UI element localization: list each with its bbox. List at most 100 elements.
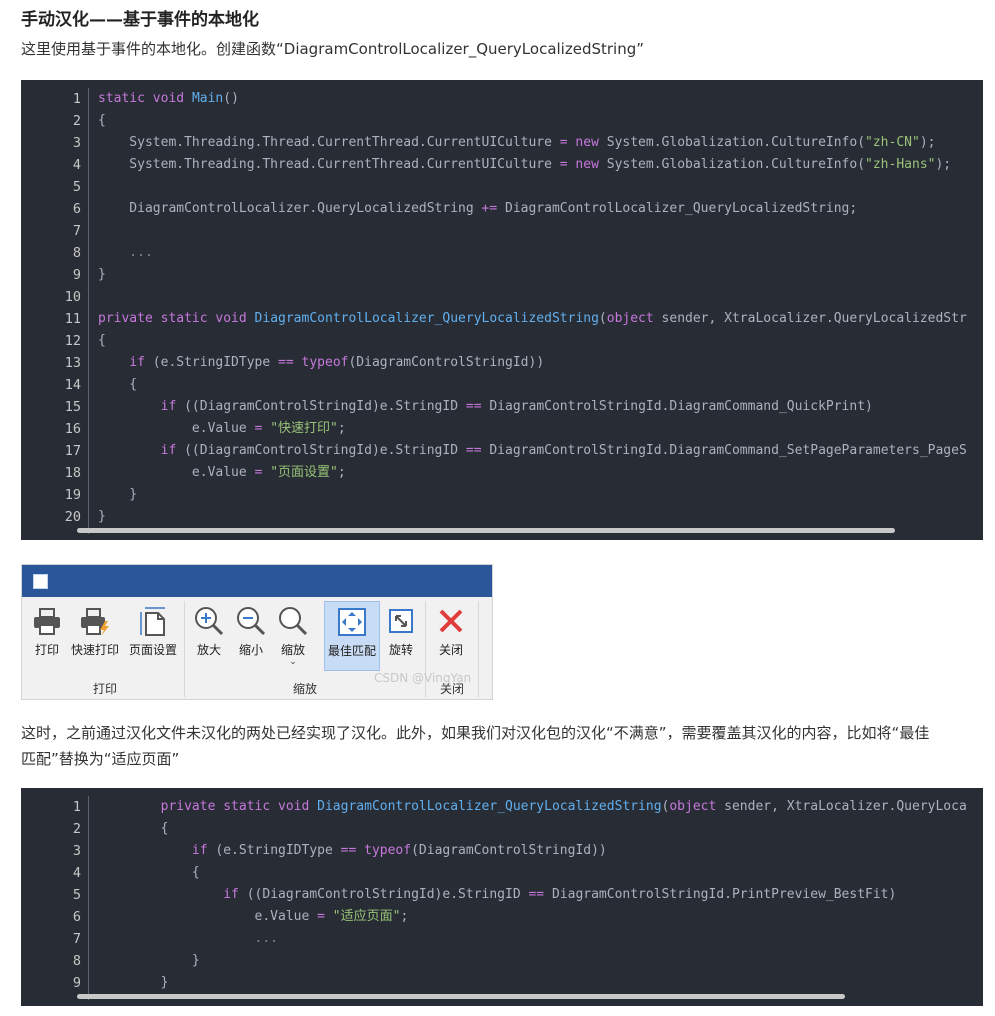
code-line: System.Threading.Thread.CurrentThread.Cu… [98,154,967,176]
code-line: DiagramControlLocalizer.QueryLocalizedSt… [98,198,967,220]
code-token: (DiagramControlStringId)) [348,355,545,370]
code-token: = [317,909,325,924]
code-token: if [98,843,208,858]
line-number: 7 [72,223,81,239]
close-button[interactable]: 关闭 [434,601,468,669]
line-number: 13 [64,355,81,371]
page-setup-label: 页面设置 [128,643,177,657]
code-lines: private static void DiagramControlLocali… [98,796,967,994]
code-token: ... [98,931,279,946]
rotate-button[interactable]: 旋转 [384,601,418,669]
code-token: ((DiagramControlStringId)e.StringID [238,887,529,902]
code-token: if [98,399,177,414]
code-token: ((DiagramControlStringId)e.StringID [176,399,466,414]
zoom-dropdown-button[interactable]: 缩放 ⌄ [276,601,310,669]
code-token: "zh-Hans" [865,157,936,172]
code-line: if ((DiagramControlStringId)e.StringID =… [98,440,967,462]
zoom-out-button[interactable]: 缩小 [234,601,268,669]
line-number: 2 [72,113,81,129]
code-token: sender, XtraLocalizer.QueryLocalizedStri… [661,311,967,326]
printer-icon [31,605,63,637]
line-number: 6 [72,909,81,925]
page-setup-button[interactable]: 页面设置 [126,601,180,669]
code-token: ; [400,909,409,924]
code-token: DiagramControlLocalizer.QueryLocalizedSt… [98,201,482,216]
code-block-1: 1 2 3 4 5 6 7 8 9 10 11 12 13 14 15 16 17 18 19 20 static v… [21,80,983,540]
code-token: System.Globalization.CultureInfo( [598,135,866,150]
line-number: 3 [72,135,81,151]
quick-print-button[interactable]: 快速打印 [68,601,122,669]
watermark: CSDN @VingYan [374,671,472,685]
code-token: == [278,355,294,370]
code-line: e.Value = "快速打印"; [98,418,967,440]
code-token: Main [191,91,224,106]
code-line: if ((DiagramControlStringId)e.StringID =… [98,884,967,906]
code-token: typeof [356,843,412,858]
quick-print-label: 快速打印 [70,643,119,657]
code-line: } [98,506,967,528]
code-line: { [98,374,967,396]
line-number: 9 [72,267,81,283]
horizontal-scrollbar[interactable] [77,528,895,533]
print-label: 打印 [34,643,59,657]
print-button[interactable]: 打印 [30,601,64,669]
code-token: "页面设置" [262,465,338,480]
code-token: (e.StringIDType [207,843,341,858]
code-token: ); [919,135,936,150]
line-number-gutter: 1 2 3 4 5 6 7 8 9 [21,796,88,994]
zoom-in-button[interactable]: 放大 [192,601,226,669]
quick-print-icon [79,605,111,637]
close-label: 关闭 [438,643,463,657]
best-fit-button[interactable]: 最佳匹配 [324,601,380,671]
code-token: private static void [98,799,318,814]
code-lines: static void Main() { System.Threading.Thr… [98,88,967,528]
code-line: if (e.StringIDType == typeof(DiagramCont… [98,352,967,374]
best-fit-icon [336,606,368,638]
paragraph-2-line-2: 匹配”替换为“适应页面” [21,750,180,768]
code-token: new [567,157,599,172]
code-token: sender, XtraLocalizer.QueryLocalizedStri… [724,799,967,814]
code-line: } [98,950,967,972]
code-token: "适应页面" [324,909,401,924]
code-token: (DiagramControlStringId)) [411,843,607,858]
line-number: 16 [64,421,81,437]
zoom-in-label: 放大 [196,643,221,657]
code-line: if (e.StringIDType == typeof(DiagramCont… [98,840,967,862]
code-line: { [98,110,967,132]
code-line: if ((DiagramControlStringId)e.StringID =… [98,396,967,418]
code-token: ( [598,311,607,326]
code-token: static [98,91,145,106]
code-token: { [98,377,138,392]
code-token: "快速打印" [262,421,338,436]
code-token: if [98,887,239,902]
zoom-in-icon [193,605,225,637]
code-token: ; [337,465,346,480]
code-line: ... [98,928,967,950]
code-line: } [98,264,967,286]
code-token: System.Globalization.CultureInfo( [598,157,866,172]
code-token: { [98,333,106,348]
line-number: 7 [72,931,81,947]
app-icon [33,574,48,589]
code-line: private static void DiagramControlLocali… [98,796,967,818]
line-number: 17 [64,443,81,459]
code-token: DiagramControlLocalizer_QueryLocalizedSt… [254,311,599,326]
code-token: = [559,135,568,150]
code-line: { [98,330,967,352]
code-line: ... [98,242,967,264]
line-number: 19 [64,487,81,503]
line-number: 2 [72,821,81,837]
paragraph-2-line-1: 这时，之前通过汉化文件未汉化的两处已经实现了汉化。此外，如果我们对汉化包的汉化“… [21,724,930,742]
line-number: 18 [64,465,81,481]
intro-paragraph: 这里使用基于事件的本地化。创建函数“DiagramControlLocalize… [21,40,644,58]
line-number: 4 [72,865,81,881]
zoom-label: 缩放 [280,643,305,657]
code-token: ); [935,157,952,172]
horizontal-scrollbar[interactable] [77,994,845,999]
group-label-print: 打印 [92,682,117,696]
line-number: 20 [64,509,81,525]
code-line: static void Main() [98,88,967,110]
code-token: == [465,443,482,458]
zoom-out-icon [235,605,267,637]
